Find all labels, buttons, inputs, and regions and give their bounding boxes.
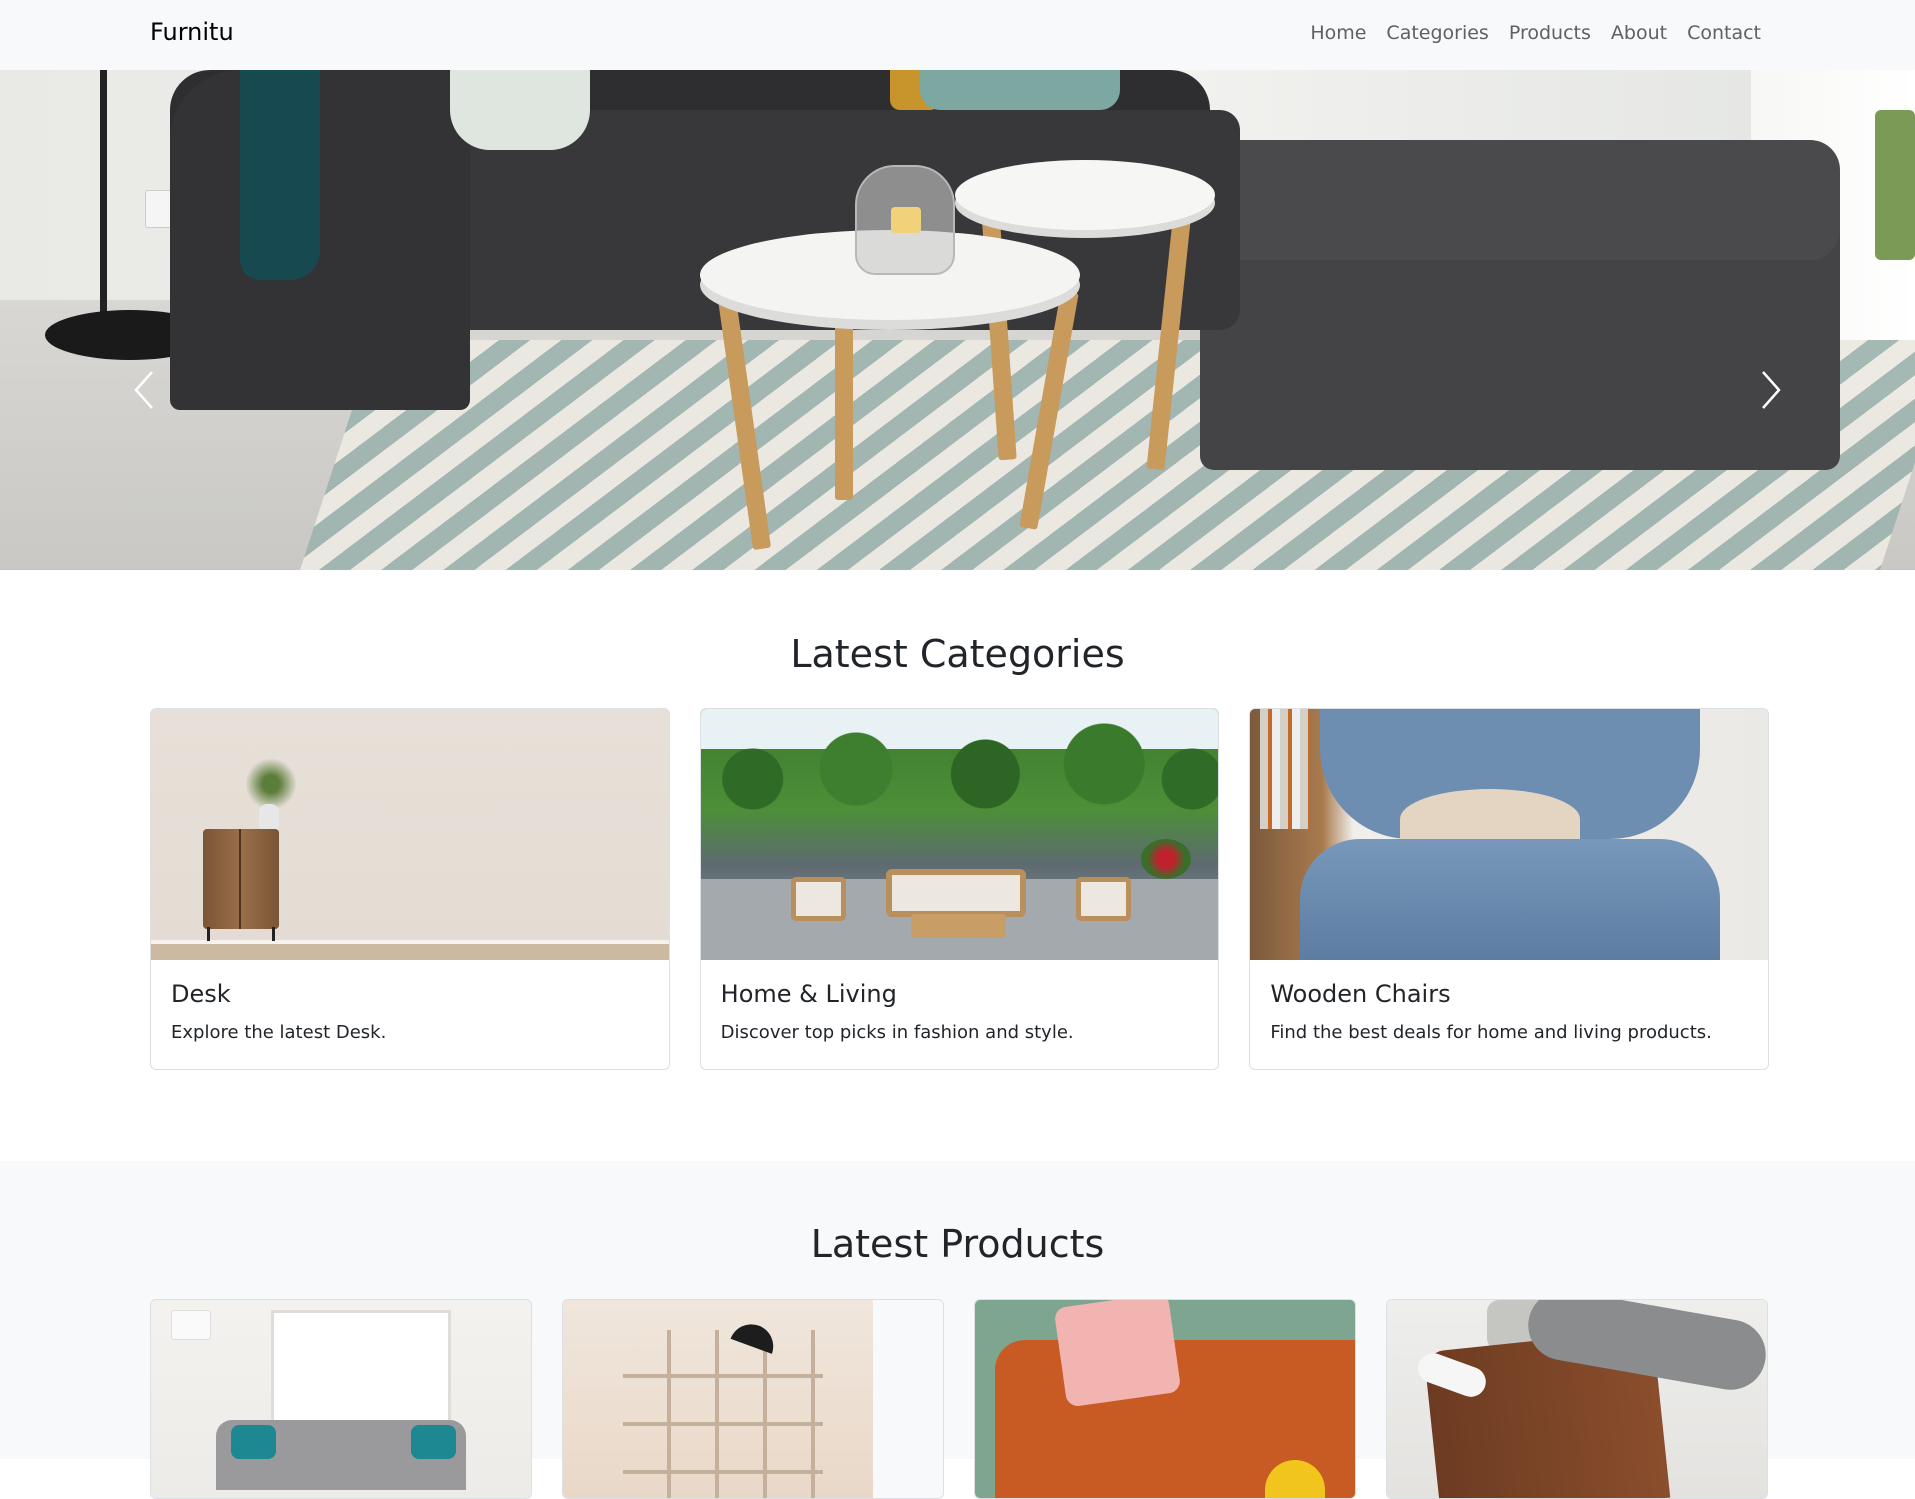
category-card-wooden-chairs[interactable]: Wooden Chairs Find the best deals for ho… <box>1249 708 1770 1070</box>
hero-carousel <box>0 70 1915 570</box>
nav-link-categories[interactable]: Categories <box>1386 22 1488 44</box>
navbar: Furnitu Home Categories Products About C… <box>0 0 1915 70</box>
chevron-right-icon <box>1762 371 1781 409</box>
chevron-left-icon <box>134 371 153 409</box>
category-description: Explore the latest Desk. <box>171 1022 387 1043</box>
categories-list: Desk Explore the latest Desk. Home & Liv… <box>150 708 1770 1070</box>
carousel-prev-button[interactable] <box>124 360 164 420</box>
carousel-next-button[interactable] <box>1751 360 1791 420</box>
nav-link-about[interactable]: About <box>1611 22 1667 44</box>
product-card[interactable] <box>974 1299 1356 1499</box>
product-card[interactable] <box>1386 1299 1768 1499</box>
category-image <box>700 709 1219 960</box>
category-card-home-living[interactable]: Home & Living Discover top picks in fash… <box>699 708 1220 1070</box>
product-image <box>151 1300 531 1498</box>
product-image <box>1387 1300 1767 1498</box>
category-title: Wooden Chairs <box>1270 980 1451 1008</box>
nav-link-products[interactable]: Products <box>1509 22 1591 44</box>
category-description: Discover top picks in fashion and style. <box>720 1022 1074 1043</box>
category-card-desk[interactable]: Desk Explore the latest Desk. <box>150 708 670 1070</box>
products-list <box>150 1299 1769 1499</box>
nav-link-home[interactable]: Home <box>1310 22 1366 44</box>
product-image <box>975 1300 1355 1498</box>
products-heading: Latest Products <box>810 1222 1105 1266</box>
category-image <box>151 709 669 960</box>
category-description: Find the best deals for home and living … <box>1270 1022 1712 1043</box>
category-image <box>1250 709 1769 960</box>
category-title: Home & Living <box>720 980 897 1008</box>
nav-link-contact[interactable]: Contact <box>1687 22 1761 44</box>
categories-heading: Latest Categories <box>790 632 1125 676</box>
main-nav: Home Categories Products About Contact <box>1310 22 1761 44</box>
product-card[interactable] <box>150 1299 532 1499</box>
category-title: Desk <box>171 980 231 1008</box>
product-card[interactable] <box>562 1299 944 1499</box>
brand-logo[interactable]: Furnitu <box>150 18 234 46</box>
product-image <box>563 1300 943 1498</box>
